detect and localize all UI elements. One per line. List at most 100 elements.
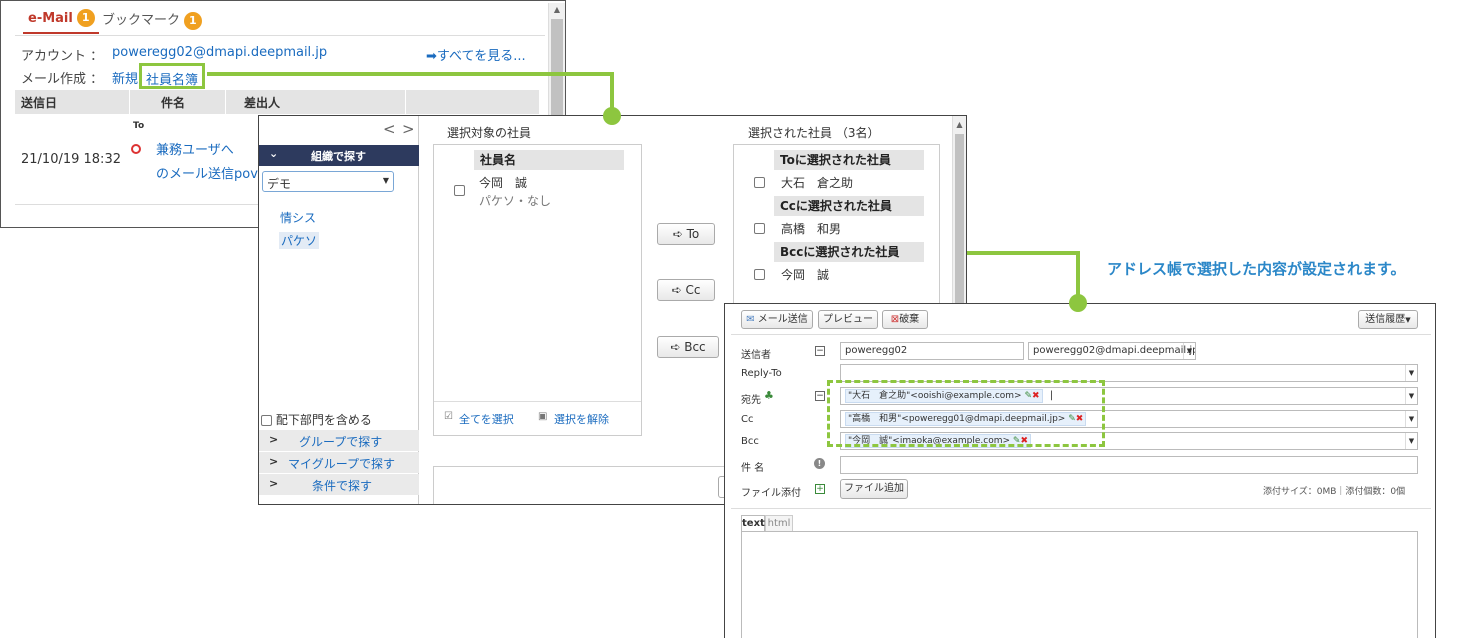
send-button[interactable]: ✉ メール送信 [741, 310, 813, 329]
scroll-thumb[interactable] [955, 134, 964, 304]
col-sep [225, 90, 226, 114]
compose-panel: ✉ メール送信 プレビュー ⊠破棄 送信履歴▼ 送信者 Reply-To 宛先 … [724, 303, 1436, 638]
include-sub-option[interactable]: 配下部門を含める [261, 411, 372, 428]
compose-new-link[interactable]: 新規 [112, 68, 138, 87]
org-select-value: デモ [267, 177, 292, 191]
col-sep [129, 90, 130, 114]
dept-item[interactable]: 情シス [280, 209, 316, 226]
target-employee-name[interactable]: 今岡 誠 [479, 174, 527, 191]
tab-bookmark[interactable]: ブックマーク 1 [102, 9, 212, 34]
dept-item-selected[interactable]: パケソ [279, 232, 320, 249]
sender-address-value: poweregg02@dmapi.deepmail.jp [1033, 345, 1196, 356]
sender-name-field[interactable]: poweregg02 [840, 342, 1024, 360]
org-pane: < > ⌄ 組織で探す デモ ▼ 情シス パケソ 配下部門を含める > グループ… [259, 116, 419, 504]
sender-address-select[interactable]: poweregg02@dmapi.deepmail.jp ▼ [1028, 342, 1196, 360]
sender-label: 送信者 [741, 350, 771, 361]
bcc-employee-checkbox[interactable] [754, 269, 765, 280]
compose-label: メール作成 ： [21, 72, 104, 87]
move-cc-label: Cc [685, 283, 701, 297]
to-group-header: Toに選択された社員 [774, 150, 924, 170]
connector-dot [1069, 294, 1087, 312]
subject-label: 件 名 [741, 463, 765, 474]
bcc-label: Bcc [741, 436, 759, 447]
highlight-box [827, 380, 1105, 447]
to-employee-checkbox[interactable] [754, 177, 765, 188]
tab-bookmark-label: ブックマーク [102, 13, 181, 28]
chevron-down-icon: ▼ [1405, 316, 1411, 324]
info-icon: ! [814, 458, 825, 469]
org-search-label: 組織で探す [311, 150, 366, 163]
chevron-down-icon: ▼ [1405, 433, 1417, 449]
address-book-icon[interactable]: ♣ [764, 389, 774, 402]
history-label: 送信履歴 [1365, 314, 1406, 325]
chevron-down-icon: ▼ [1183, 343, 1195, 359]
reply-to-label: Reply-To [741, 368, 782, 379]
target-list-header: 社員名 [474, 150, 624, 170]
tab-text-label: text [742, 518, 765, 529]
target-employee-checkbox[interactable] [454, 185, 465, 196]
sender-name-value: poweregg02 [845, 345, 908, 356]
chevron-right-icon: > [269, 433, 279, 446]
mail-subject-line1[interactable]: 兼務ユーザへ [156, 139, 234, 158]
select-all-link[interactable]: 全てを選択 [459, 411, 514, 427]
include-sub-checkbox[interactable] [261, 415, 272, 426]
preview-button[interactable]: プレビュー [818, 310, 878, 329]
chevron-down-icon: ▼ [1405, 365, 1417, 381]
col-subject[interactable]: 件名 [161, 94, 185, 111]
see-all-link[interactable]: ➡すべてを見る... [426, 45, 526, 64]
tab-text[interactable]: text [741, 515, 765, 531]
col-sender[interactable]: 差出人 [244, 94, 280, 111]
search-group-link[interactable]: > グループで探す [259, 430, 419, 451]
bookmark-badge: 1 [183, 11, 202, 30]
nav-next-icon[interactable]: > [402, 120, 415, 138]
discard-button[interactable]: ⊠破棄 [882, 310, 928, 329]
move-to-label: To [686, 227, 700, 241]
tab-email[interactable]: e-Mail 1 [23, 9, 99, 34]
history-button[interactable]: 送信履歴▼ [1358, 310, 1418, 329]
body-editor[interactable] [741, 531, 1418, 638]
search-mygroup-link[interactable]: > マイグループで探す [259, 452, 419, 473]
target-list-footer [434, 401, 641, 402]
deselect-link[interactable]: 選択を解除 [554, 411, 609, 427]
cc-employee-name[interactable]: 高橋 和男 [781, 220, 841, 237]
chevron-down-icon: ▼ [1405, 388, 1417, 404]
search-group-label: グループで探す [299, 435, 383, 449]
subject-field[interactable] [840, 456, 1418, 474]
connector-line [207, 72, 614, 76]
move-to-button[interactable]: ➪ To [657, 223, 715, 245]
discard-icon: ⊠ [890, 314, 900, 325]
add-file-button[interactable]: ファイル追加 [840, 479, 908, 499]
compose-directory-link[interactable]: 社員名簿 [139, 63, 206, 89]
move-cc-button[interactable]: ➪ Cc [657, 279, 715, 301]
account-value[interactable]: poweregg02@dmapi.deepmail.jp [112, 45, 327, 60]
expand-icon[interactable]: + [815, 484, 825, 494]
preview-label: プレビュー [823, 314, 873, 325]
search-condition-link[interactable]: > 条件で探す [259, 474, 419, 495]
cc-employee-checkbox[interactable] [754, 223, 765, 234]
bcc-group-header: Bccに選択された社員 [774, 242, 924, 262]
collapse-icon[interactable]: − [815, 391, 825, 401]
scroll-up-icon[interactable]: ▲ [953, 118, 966, 132]
org-select[interactable]: デモ ▼ [262, 171, 394, 192]
col-date[interactable]: 送信日 [21, 94, 57, 111]
to-label: 宛先 [741, 395, 761, 406]
send-label: メール送信 [757, 314, 808, 325]
arrow-right-icon: ➪ [670, 340, 681, 354]
callout-text: アドレス帳で選択した内容が設定されます。 [1107, 260, 1406, 278]
org-search-header[interactable]: ⌄ 組織で探す [259, 145, 419, 166]
target-list: 社員名 今岡 誠 パケソ・なし ☑ 全てを選択 ▣ 選択を解除 [433, 144, 642, 436]
collapse-icon[interactable]: − [815, 346, 825, 356]
connector-dot [603, 107, 621, 125]
secondary-area [433, 466, 733, 504]
tab-html[interactable]: html [765, 515, 793, 531]
bcc-employee-name[interactable]: 今岡 誠 [781, 266, 829, 283]
mail-subject-line2[interactable]: のメール送信pov [156, 163, 258, 182]
account-label: アカウント ： [21, 49, 104, 64]
scroll-up-icon[interactable]: ▲ [549, 3, 565, 17]
nav-prev-icon[interactable]: < [383, 120, 396, 138]
discard-label: 破棄 [899, 314, 920, 325]
to-employee-name[interactable]: 大石 倉之助 [781, 174, 853, 191]
move-bcc-button[interactable]: ➪ Bcc [657, 336, 719, 358]
chevron-right-icon: > [269, 455, 279, 468]
tab-divider [15, 35, 545, 36]
